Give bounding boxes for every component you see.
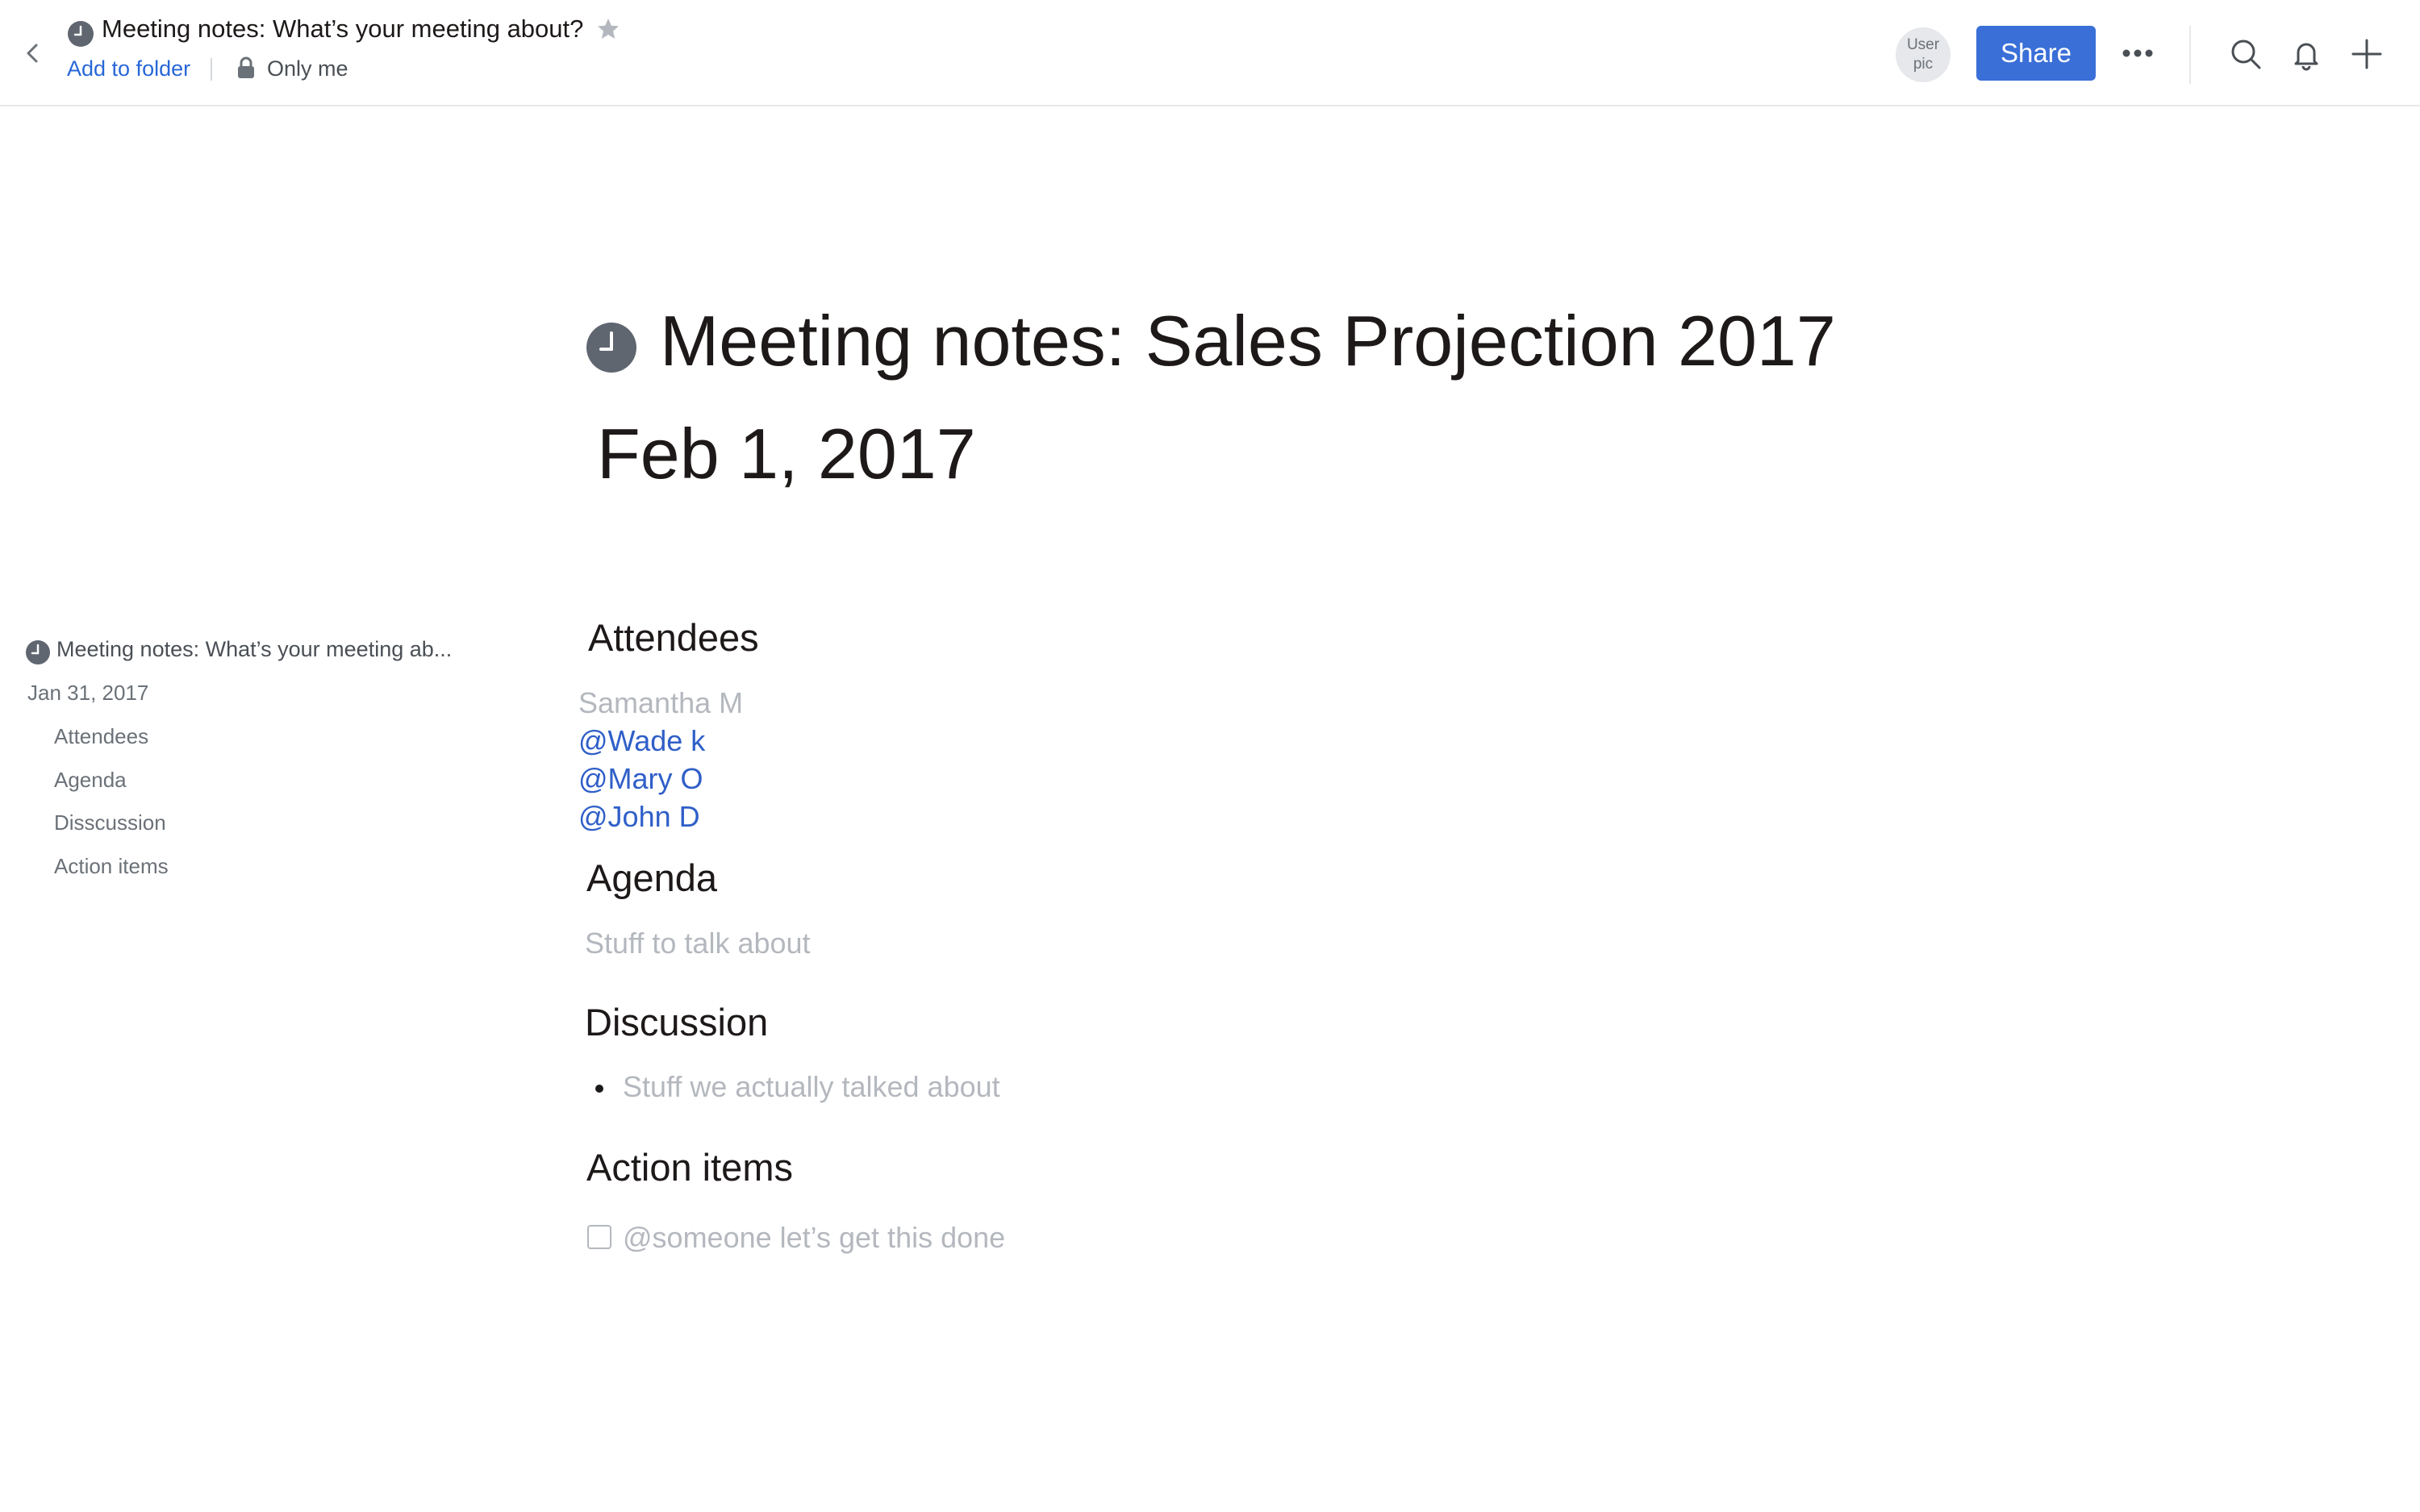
more-options-button[interactable] [2115,37,2160,69]
plus-icon [2351,39,2382,69]
bullet-icon [595,1085,603,1093]
document-title[interactable]: Meeting notes: Sales Projection 2017 [660,300,1836,382]
action-items-heading[interactable]: Action items [586,1145,793,1189]
toolbar-divider [2189,26,2191,84]
toc-item-agenda[interactable]: Agenda [54,768,127,793]
attendee-mention[interactable]: @Mary O [578,762,703,796]
attendee-name[interactable]: Samantha M [578,686,743,720]
toc-item-action-items[interactable]: Action items [54,854,169,879]
more-icon [2122,49,2153,57]
clock-icon [586,323,636,373]
notifications-button[interactable] [2288,35,2325,73]
bell-icon [2294,43,2318,71]
action-item-text[interactable]: @someone let’s get this done [623,1221,1005,1255]
toc-doc-label: Meeting notes: What’s your meeting ab... [56,637,453,661]
search-icon [2231,40,2261,69]
meta-divider [211,58,212,81]
doc-title[interactable]: Meeting notes: What’s your meeting about… [102,15,583,44]
search-button[interactable] [2227,35,2264,73]
avatar-line-2: pic [1913,56,1934,73]
clock-icon [68,21,94,47]
attendee-mention[interactable]: @Wade k [578,724,705,758]
toc-item-attendees[interactable]: Attendees [54,724,148,749]
top-bar: Meeting notes: What’s your meeting about… [0,0,2420,106]
toc-item-discussion[interactable]: Disscussion [54,810,166,835]
agenda-heading[interactable]: Agenda [586,856,717,900]
clock-icon [26,640,50,664]
avatar[interactable]: User pic [1896,27,1951,82]
add-to-folder-link[interactable]: Add to folder [67,56,190,81]
privacy-setting[interactable]: Only me [267,56,348,81]
lock-icon [237,56,255,79]
attendee-mention[interactable]: @John D [578,800,700,834]
back-button[interactable] [16,37,48,69]
discussion-bullet[interactable]: Stuff we actually talked about [623,1070,1000,1104]
create-button[interactable] [2348,35,2385,73]
action-item-checkbox[interactable] [587,1225,611,1249]
avatar-line-1: User [1906,36,1940,53]
toc-date: Jan 31, 2017 [27,681,149,705]
agenda-text[interactable]: Stuff to talk about [585,927,811,960]
star-icon[interactable] [595,16,621,42]
chevron-left-icon [27,44,38,63]
discussion-heading[interactable]: Discussion [585,1000,768,1044]
document-date[interactable]: Feb 1, 2017 [597,413,976,495]
share-button[interactable]: Share [1976,26,2096,81]
attendees-heading[interactable]: Attendees [588,615,759,660]
